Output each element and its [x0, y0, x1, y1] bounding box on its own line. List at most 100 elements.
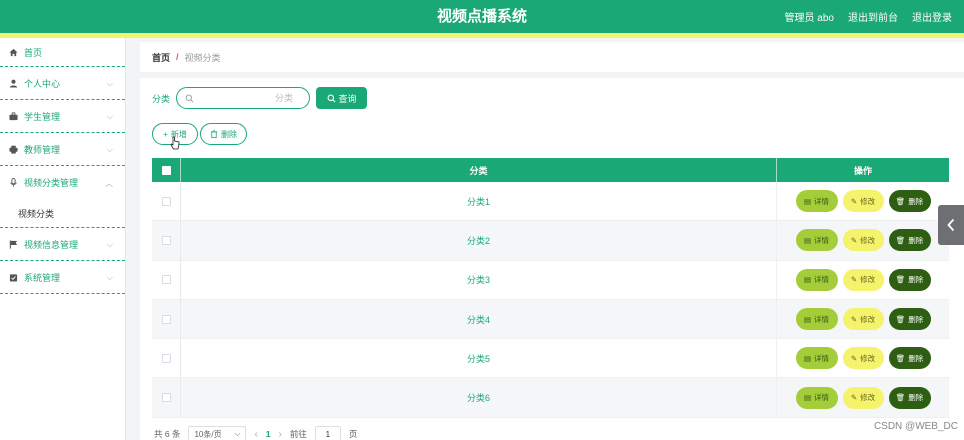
next-page-button[interactable]: ›: [279, 429, 282, 440]
edit-button[interactable]: ✎ 修改: [842, 347, 884, 370]
row-checkbox[interactable]: [161, 314, 171, 324]
logout-link[interactable]: 退出登录: [912, 9, 952, 24]
sidebar-item-teachers[interactable]: 教师管理 ⌵: [0, 133, 125, 166]
edit-button[interactable]: ✎ 修改: [842, 386, 884, 409]
search-icon: [327, 94, 335, 102]
delete-button[interactable]: 🗑 删除: [888, 347, 931, 370]
sidebar-item-personal[interactable]: 个人中心 ⌵: [0, 67, 125, 100]
header-checkbox-cell: [152, 158, 181, 182]
delete-button-label: 删除: [908, 314, 924, 324]
delete-button-label: 删除: [908, 275, 924, 285]
search-row: 分类 查询: [152, 87, 368, 109]
row-operations: ▤ 详情 ✎ 修改 🗑 删除: [777, 378, 949, 416]
breadcrumb-home[interactable]: 首页: [152, 51, 170, 64]
row-checkbox[interactable]: [161, 275, 171, 285]
breadcrumb-current: 视频分类: [184, 52, 221, 63]
detail-button[interactable]: ▤ 详情: [795, 190, 838, 213]
row-operations: ▤ 详情 ✎ 修改 🗑 删除: [777, 261, 949, 299]
admin-label: 管理员 abo: [784, 13, 834, 24]
table-row: 分类6 ▤ 详情 ✎ 修改 🗑 删除: [152, 378, 949, 418]
trash-icon: 🗑: [895, 235, 906, 245]
briefcase-icon: [8, 111, 18, 121]
edit-button[interactable]: ✎ 修改: [842, 268, 884, 291]
search-box[interactable]: [176, 87, 311, 109]
row-checkbox-cell: [152, 299, 181, 339]
edit-button-label: 修改: [860, 275, 876, 285]
delete-button[interactable]: 🗑 删除: [888, 229, 931, 252]
goto-label: 前往: [289, 429, 307, 439]
row-category: 分类5: [181, 339, 777, 378]
mouse-cursor-icon: [170, 136, 180, 150]
mic-icon: [8, 178, 18, 188]
sidebar-item-students[interactable]: 学生管理 ⌵: [0, 100, 125, 133]
document-icon: ▤: [803, 196, 812, 206]
delete-button-label: 删除: [908, 196, 924, 206]
page-size-select[interactable]: 10条/页 ⌵: [188, 426, 247, 440]
batch-delete-button[interactable]: 删除: [200, 123, 247, 145]
delete-button-label: 删除: [908, 235, 924, 245]
page-number[interactable]: 1: [266, 429, 271, 439]
pencil-icon: ✎: [850, 235, 858, 245]
row-operations: ▤ 详情 ✎ 修改 🗑 删除: [777, 221, 949, 259]
table-row: 分类1 ▤ 详情 ✎ 修改 🗑 删除: [152, 182, 949, 222]
pagination: 共 6 条 10条/页 ⌵ ‹ 1 › 前往 1 页: [154, 426, 357, 440]
trash-icon: 🗑: [895, 275, 906, 285]
sidebar-subitem-video-category[interactable]: 视频分类: [0, 199, 125, 228]
chevron-down-icon: ⌵: [106, 240, 113, 249]
search-input[interactable]: [198, 93, 302, 103]
row-checkbox[interactable]: [161, 235, 171, 245]
goto-page-input[interactable]: 1: [314, 426, 341, 440]
breadcrumb-separator: /: [176, 52, 179, 62]
flag-icon: [8, 239, 18, 249]
detail-button[interactable]: ▤ 详情: [795, 347, 838, 370]
delete-button[interactable]: 🗑 删除: [888, 268, 931, 291]
detail-button[interactable]: ▤ 详情: [795, 229, 838, 252]
sidebar-item-video-info-mgmt[interactable]: 视频信息管理 ⌵: [0, 228, 125, 261]
row-checkbox-cell: [152, 339, 181, 378]
detail-button[interactable]: ▤ 详情: [795, 386, 838, 409]
pencil-icon: ✎: [850, 393, 858, 403]
detail-button-label: 详情: [814, 314, 830, 324]
delete-button[interactable]: 🗑 删除: [888, 308, 931, 331]
sidebar-item-label: 系统管理: [24, 272, 61, 283]
table-header: 分类 操作: [152, 158, 949, 182]
sidebar-item-home[interactable]: 首页: [0, 38, 125, 67]
row-checkbox[interactable]: [161, 196, 171, 206]
trash-icon: 🗑: [895, 393, 906, 403]
chevron-down-icon: ⌵: [106, 112, 113, 121]
delete-button[interactable]: 🗑 删除: [888, 386, 931, 409]
table-row: 分类3 ▤ 详情 ✎ 修改 🗑 删除: [152, 260, 949, 300]
detail-button[interactable]: ▤ 详情: [795, 268, 838, 291]
detail-button-label: 详情: [814, 393, 830, 403]
detail-button[interactable]: ▤ 详情: [795, 308, 838, 331]
back-to-front-link[interactable]: 退出到前台: [848, 9, 898, 24]
edit-button[interactable]: ✎ 修改: [842, 229, 884, 252]
row-checkbox[interactable]: [161, 353, 171, 363]
sidebar-item-label: 教师管理: [24, 144, 61, 155]
chevron-up-icon: ︿: [105, 179, 113, 188]
table-row: 分类2 ▤ 详情 ✎ 修改 🗑 删除: [152, 221, 949, 261]
home-icon: [8, 47, 18, 57]
chevron-down-icon: ⌵: [234, 429, 241, 438]
select-all-checkbox[interactable]: [161, 165, 171, 175]
prev-page-button[interactable]: ‹: [254, 429, 257, 440]
row-operations: ▤ 详情 ✎ 修改 🗑 删除: [777, 182, 949, 220]
sidebar-item-label: 视频信息管理: [24, 239, 79, 250]
user-icon: [8, 78, 18, 88]
edit-button-label: 修改: [860, 353, 876, 363]
query-button[interactable]: 查询: [316, 87, 368, 109]
trash-icon: 🗑: [895, 353, 906, 363]
sidebar-item-system-mgmt[interactable]: 系统管理 ⌵: [0, 261, 125, 294]
delete-button[interactable]: 🗑 删除: [888, 190, 931, 213]
sidebar-item-video-category-mgmt[interactable]: 视频分类管理 ︿: [0, 166, 125, 199]
search-label: 分类: [152, 93, 171, 104]
action-row: + 新增 删除: [152, 123, 247, 145]
side-collapse-tab[interactable]: [938, 205, 964, 245]
edit-button[interactable]: ✎ 修改: [842, 190, 884, 213]
row-checkbox[interactable]: [161, 393, 171, 403]
row-checkbox-cell: [152, 221, 181, 260]
edit-button[interactable]: ✎ 修改: [842, 308, 884, 331]
row-category: 分类4: [181, 299, 777, 339]
header-operations: 操作: [853, 165, 872, 176]
chevron-down-icon: ⌵: [106, 273, 113, 282]
